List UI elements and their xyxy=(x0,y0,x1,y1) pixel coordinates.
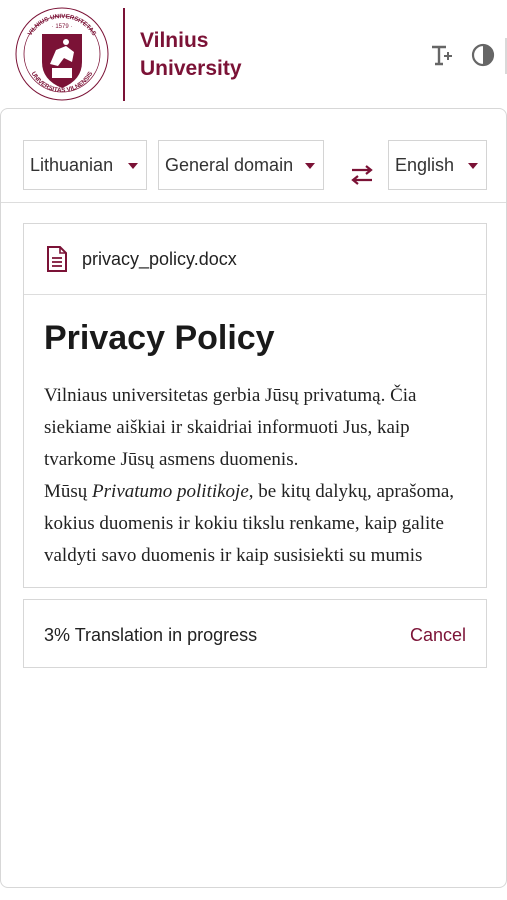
document-content: Privacy Policy Vilniaus universitetas ge… xyxy=(44,316,474,572)
document-header: privacy_policy.docx xyxy=(24,224,486,295)
svg-text:· 1579 ·: · 1579 · xyxy=(52,24,73,30)
domain-label: General domain xyxy=(165,154,294,175)
language-toolbar: Lithuanian General domain English xyxy=(1,109,506,203)
document-paragraph-2: Mūsų Privatumo politikoje, be kitų dalyk… xyxy=(44,476,474,572)
domain-dropdown[interactable]: General domain xyxy=(158,140,324,190)
target-language-dropdown[interactable]: English xyxy=(388,140,487,190)
target-language-label: English xyxy=(395,154,455,175)
translation-panel: Lithuanian General domain English privac… xyxy=(0,108,507,888)
paragraph-2-cut-text: susisiekti su mumis xyxy=(273,545,423,566)
brand-name[interactable]: Vilnius University xyxy=(140,27,242,83)
translation-status: 3% Translation in progress xyxy=(44,625,258,645)
chevron-down-icon xyxy=(305,163,315,169)
header-divider xyxy=(123,8,125,101)
brand-line-2: University xyxy=(140,57,242,80)
brand-line-1: Vilnius xyxy=(140,29,209,52)
document-text: Vilniaus universitetas gerbia Jūsų priva… xyxy=(44,380,474,572)
source-language-label: Lithuanian xyxy=(30,154,114,175)
chevron-down-icon xyxy=(128,163,138,169)
university-seal-logo[interactable]: VILNIUS UNIVERSITETAS UNIVERSITAS VILNEN… xyxy=(14,6,110,102)
document-paragraph-1: Vilniaus universitetas gerbia Jūsų priva… xyxy=(44,385,417,470)
chevron-down-icon xyxy=(468,163,478,169)
site-header: VILNIUS UNIVERSITETAS UNIVERSITAS VILNEN… xyxy=(0,0,507,108)
text-size-icon[interactable] xyxy=(429,42,455,68)
document-title: Privacy Policy xyxy=(44,319,275,357)
document-icon xyxy=(47,246,67,272)
paragraph-2-start: Mūsų xyxy=(44,481,93,502)
privacy-policy-emphasis: Privatumo politikoje xyxy=(92,481,249,502)
translation-progress-card: 3% Translation in progress Cancel xyxy=(23,599,487,668)
document-file-name[interactable]: privacy_policy.docx xyxy=(82,249,237,270)
swap-languages-icon[interactable] xyxy=(347,164,377,186)
source-language-dropdown[interactable]: Lithuanian xyxy=(23,140,147,190)
contrast-icon[interactable] xyxy=(470,42,496,68)
cancel-button[interactable]: Cancel xyxy=(410,625,466,646)
document-preview: privacy_policy.docx Privacy Policy Vilni… xyxy=(23,223,487,588)
